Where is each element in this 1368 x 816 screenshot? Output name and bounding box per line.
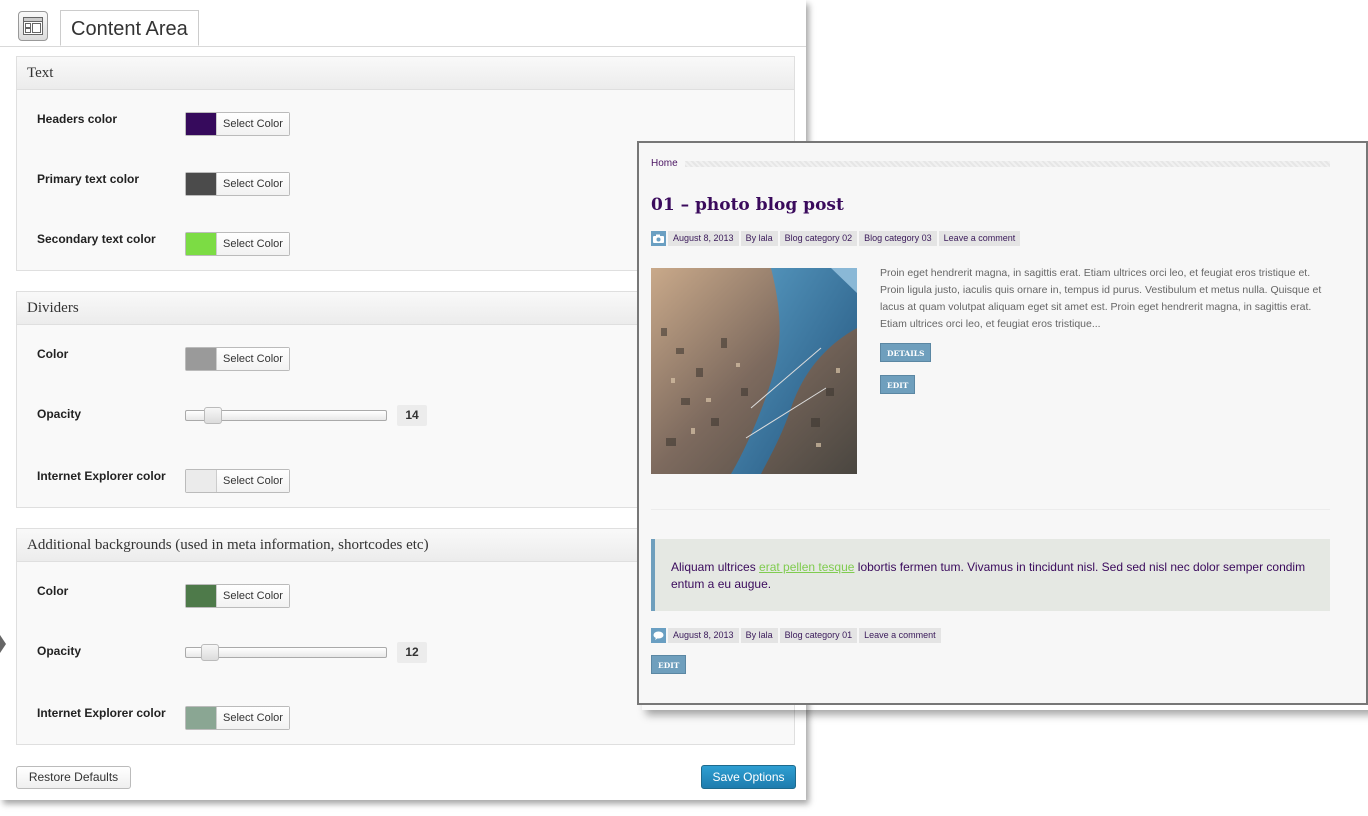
background-ie-color-label: Internet Explorer color — [37, 706, 166, 720]
edit-button[interactable]: EDIT — [880, 375, 916, 394]
layout-icon — [18, 11, 48, 41]
post-excerpt: Proin eget hendrerit magna, in sagittis … — [880, 267, 1322, 330]
breadcrumb-divider — [685, 161, 1330, 167]
meta-category[interactable]: Blog category 01 — [779, 628, 858, 643]
divider-ie-color-picker[interactable]: Select Color — [185, 469, 290, 493]
comment-icon — [651, 628, 666, 643]
details-button[interactable]: DETAILS — [880, 343, 932, 362]
background-ie-color-swatch — [186, 707, 216, 729]
blog-preview: Home 01 – photo blog post August 8, 2013… — [637, 141, 1368, 705]
select-color-label: Select Color — [216, 173, 289, 195]
city-aerial-photo[interactable] — [651, 268, 857, 474]
divider-opacity-slider-handle[interactable] — [204, 407, 222, 424]
meta-category[interactable]: Blog category 03 — [859, 231, 937, 246]
quote-text: Aliquam ultrices — [671, 560, 760, 574]
quote-link[interactable]: erat pellen tesque — [759, 560, 854, 574]
select-color-label: Select Color — [216, 707, 289, 729]
headers-color-swatch — [186, 113, 216, 135]
quote-meta-bar: August 8, 2013 By lala Blog category 01 … — [651, 628, 941, 643]
tab-content-area[interactable]: Content Area — [60, 10, 199, 46]
background-ie-color-row: Internet Explorer color Select Color — [17, 706, 794, 736]
blog-preview-content: Home 01 – photo blog post August 8, 2013… — [639, 143, 1366, 703]
post-divider — [651, 509, 1330, 510]
divider-color-label: Color — [37, 347, 69, 361]
meta-date[interactable]: August 8, 2013 — [668, 628, 739, 643]
headers-color-row: Headers color Select Color — [17, 112, 794, 142]
primary-text-color-label: Primary text color — [37, 172, 140, 186]
background-color-swatch — [186, 585, 216, 607]
post-meta-bar: August 8, 2013 By lala Blog category 02 … — [651, 231, 1021, 246]
background-color-picker[interactable]: Select Color — [185, 584, 290, 608]
select-color-label: Select Color — [216, 233, 289, 255]
background-opacity-slider-handle[interactable] — [201, 644, 219, 661]
background-opacity-label: Opacity — [37, 644, 82, 658]
tab-bar: Content Area — [0, 0, 806, 47]
background-ie-color-picker[interactable]: Select Color — [185, 706, 290, 730]
text-section-title: Text — [17, 57, 794, 90]
quote-block: Aliquam ultrices erat pellen tesque lobo… — [651, 539, 1330, 611]
edit-button[interactable]: EDIT — [651, 655, 687, 674]
background-color-label: Color — [37, 584, 69, 598]
collapse-arrow-icon[interactable] — [0, 635, 6, 653]
background-opacity-value: 12 — [397, 642, 427, 663]
secondary-text-color-label: Secondary text color — [37, 232, 156, 246]
select-color-label: Select Color — [216, 470, 289, 492]
primary-text-color-picker[interactable]: Select Color — [185, 172, 290, 196]
restore-defaults-button[interactable]: Restore Defaults — [16, 766, 131, 789]
divider-color-swatch — [186, 348, 216, 370]
divider-ie-color-label: Internet Explorer color — [37, 469, 166, 483]
headers-color-label: Headers color — [37, 112, 118, 126]
divider-opacity-slider[interactable] — [185, 407, 387, 424]
meta-date[interactable]: August 8, 2013 — [668, 231, 739, 246]
post-title[interactable]: 01 – photo blog post — [651, 195, 844, 215]
primary-text-color-swatch — [186, 173, 216, 195]
divider-color-picker[interactable]: Select Color — [185, 347, 290, 371]
meta-comment-link[interactable]: Leave a comment — [938, 231, 1021, 246]
divider-opacity-label: Opacity — [37, 407, 82, 421]
meta-author[interactable]: By lala — [740, 628, 778, 643]
breadcrumb-home-link[interactable]: Home — [651, 158, 678, 169]
divider-opacity-value: 14 — [397, 405, 427, 426]
select-color-label: Select Color — [216, 348, 289, 370]
select-color-label: Select Color — [216, 585, 289, 607]
save-options-button[interactable]: Save Options — [701, 765, 796, 789]
headers-color-picker[interactable]: Select Color — [185, 112, 290, 136]
select-color-label: Select Color — [216, 113, 289, 135]
camera-icon — [651, 231, 666, 246]
meta-comment-link[interactable]: Leave a comment — [859, 628, 941, 643]
secondary-text-color-swatch — [186, 233, 216, 255]
divider-ie-color-swatch — [186, 470, 216, 492]
meta-category[interactable]: Blog category 02 — [779, 231, 858, 246]
secondary-text-color-picker[interactable]: Select Color — [185, 232, 290, 256]
meta-author[interactable]: By lala — [740, 231, 778, 246]
background-opacity-slider[interactable] — [185, 644, 387, 661]
